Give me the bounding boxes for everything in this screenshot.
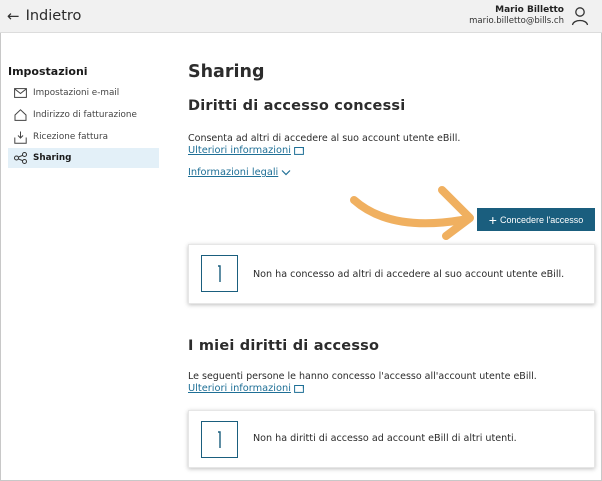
external-link-icon bbox=[294, 146, 304, 155]
sidebar-item-sharing[interactable]: Sharing bbox=[8, 148, 159, 168]
share-icon bbox=[13, 151, 27, 165]
user-email: mario.billetto@bills.ch bbox=[469, 16, 564, 26]
page-title: Sharing bbox=[188, 62, 265, 82]
sidebar-item-billing-address[interactable]: Indirizzo di fatturazione bbox=[8, 105, 159, 125]
sidebar-item-label: Indirizzo di fatturazione bbox=[33, 110, 137, 120]
back-button[interactable]: ← Indietro bbox=[7, 6, 81, 26]
granted-empty-info-box: Non ha concesso ad altri di accedere al … bbox=[188, 244, 595, 304]
mail-icon bbox=[13, 86, 27, 100]
external-link-icon bbox=[294, 384, 304, 393]
user-name: Mario Billetto bbox=[495, 5, 564, 15]
sidebar-item-label: Sharing bbox=[33, 153, 72, 163]
grant-access-label: Concedere l'accesso bbox=[499, 214, 584, 225]
my-access-empty-info-box: Non ha diritti di accesso ad account eBi… bbox=[188, 410, 595, 468]
sidebar-item-email-settings[interactable]: Impostazioni e-mail bbox=[8, 83, 159, 103]
link-label: Informazioni legali bbox=[188, 167, 279, 178]
granted-more-info-link[interactable]: Ulteriori informazioni bbox=[188, 145, 304, 156]
annotation-arrow-icon bbox=[350, 186, 474, 240]
info-icon bbox=[201, 255, 238, 292]
info-icon bbox=[201, 421, 238, 458]
home-icon bbox=[13, 108, 27, 122]
sidebar-item-label: Impostazioni e-mail bbox=[33, 88, 120, 98]
link-label: Ulteriori informazioni bbox=[188, 383, 291, 394]
legal-info-link[interactable]: Informazioni legali bbox=[188, 167, 291, 178]
back-label: Indietro bbox=[25, 8, 82, 24]
granted-access-heading: Diritti di accesso concessi bbox=[188, 98, 406, 114]
link-label: Ulteriori informazioni bbox=[188, 145, 291, 156]
sidebar: Impostazioni Impostazioni e-mail Indiriz… bbox=[0, 33, 160, 481]
arrow-left-icon: ← bbox=[7, 6, 20, 25]
sidebar-item-invoice-reception[interactable]: Ricezione fattura bbox=[8, 127, 159, 147]
sidebar-title: Impostazioni bbox=[8, 65, 88, 78]
top-bar: ← Indietro Mario Billetto mario.billetto… bbox=[0, 0, 602, 33]
my-access-empty-message: Non ha diritti di accesso ad account eBi… bbox=[253, 433, 517, 444]
my-more-info-link[interactable]: Ulteriori informazioni bbox=[188, 383, 304, 394]
plus-icon: + bbox=[488, 211, 497, 228]
user-icon[interactable] bbox=[571, 6, 589, 26]
my-access-description: Le seguenti persone le hanno concesso l'… bbox=[188, 371, 537, 382]
my-access-heading: I miei diritti di accesso bbox=[188, 338, 380, 354]
chevron-down-icon bbox=[281, 169, 291, 176]
user-info: Mario Billetto mario.billetto@bills.ch bbox=[469, 5, 564, 27]
inbox-icon bbox=[13, 130, 27, 144]
grant-access-button[interactable]: + Concedere l'accesso bbox=[477, 208, 595, 231]
sidebar-item-label: Ricezione fattura bbox=[33, 132, 109, 142]
granted-access-description: Consenta ad altri di accedere al suo acc… bbox=[188, 133, 461, 144]
granted-empty-message: Non ha concesso ad altri di accedere al … bbox=[253, 269, 565, 280]
